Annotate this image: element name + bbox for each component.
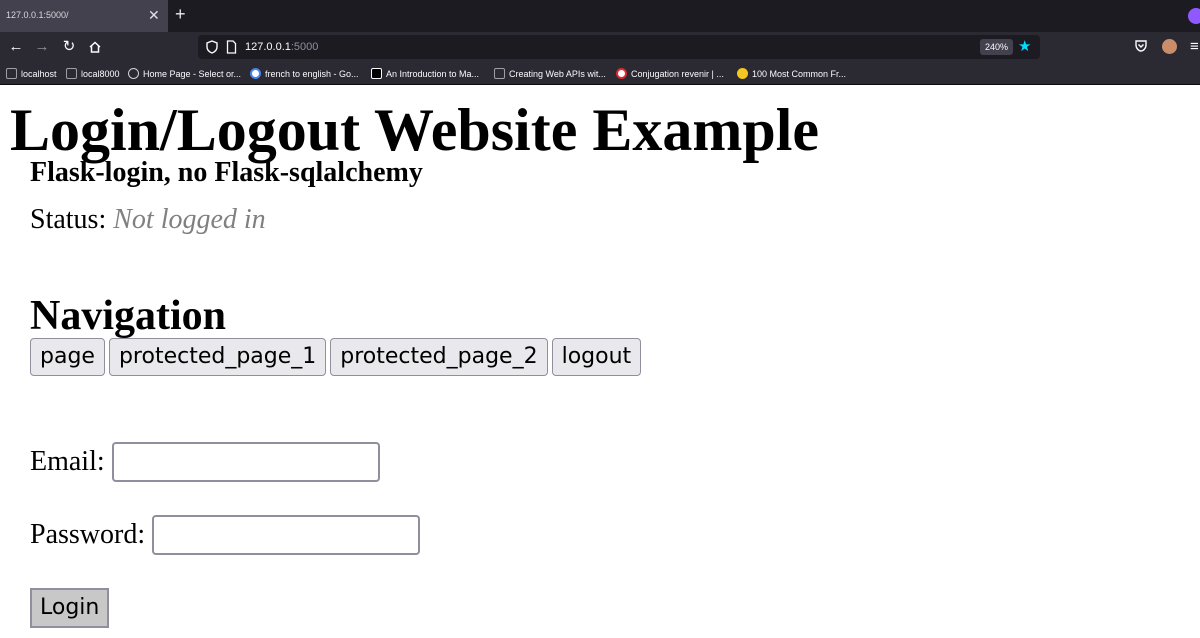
bookmark-item[interactable]: local8000: [66, 67, 120, 81]
new-tab-icon[interactable]: +: [175, 4, 186, 25]
page-content: Login/Logout Website Example Flask-login…: [0, 85, 1200, 638]
password-row: Password:: [30, 515, 421, 555]
terminal-icon: [6, 68, 17, 79]
bookmark-star-icon[interactable]: ★: [1018, 37, 1031, 55]
status-label: Status:: [30, 204, 107, 235]
protected-page-2-button[interactable]: protected_page_2: [330, 338, 548, 376]
close-tab-icon[interactable]: ✕: [148, 7, 160, 24]
private-browsing-icon: [1188, 8, 1200, 24]
protected-page-1-button[interactable]: protected_page_1: [108, 338, 327, 376]
navigation-toolbar: ← → ↻ 127.0.0.1:5000 240% ★ ≡: [0, 32, 1200, 62]
hamburger-menu-icon[interactable]: ≡: [1190, 38, 1199, 55]
home-icon[interactable]: [85, 37, 105, 57]
account-avatar[interactable]: [1162, 39, 1177, 54]
url-text[interactable]: 127.0.0.1:5000: [245, 41, 318, 53]
tab-strip: 127.0.0.1:5000/ ✕ +: [0, 0, 1200, 32]
bookmark-item[interactable]: 100 Most Common Fr...: [737, 67, 846, 81]
tab-active[interactable]: 127.0.0.1:5000/ ✕: [0, 0, 168, 32]
email-row: Email:: [30, 442, 380, 482]
medium-icon: [371, 68, 382, 79]
navigation-heading: Navigation: [30, 293, 227, 339]
email-field[interactable]: [111, 442, 380, 482]
tab-title: 127.0.0.1:5000/: [6, 10, 69, 20]
reload-icon[interactable]: ↻: [59, 37, 79, 57]
url-bar[interactable]: 127.0.0.1:5000 240% ★: [198, 35, 1040, 59]
google-icon: [250, 68, 261, 79]
page-info-icon[interactable]: [226, 40, 237, 54]
bookmarks-toolbar: localhost local8000 Home Page - Select o…: [0, 62, 1200, 85]
page-subtitle: Flask-login, no Flask-sqlalchemy: [30, 157, 423, 188]
pocket-icon[interactable]: [1134, 39, 1148, 53]
terminal-icon: [66, 68, 77, 79]
globe-icon: [128, 68, 139, 79]
login-button[interactable]: Login: [30, 588, 110, 628]
bookmark-item[interactable]: Home Page - Select or...: [128, 67, 241, 81]
email-label: Email:: [30, 446, 105, 477]
password-label: Password:: [30, 519, 146, 550]
page-button[interactable]: page: [30, 338, 105, 376]
page-title: Login/Logout Website Example: [10, 97, 820, 163]
vocabulary-icon: [737, 68, 748, 79]
zoom-level-badge[interactable]: 240%: [980, 39, 1014, 55]
back-icon[interactable]: ←: [6, 37, 26, 57]
browser-chrome: 127.0.0.1:5000/ ✕ + ← → ↻ 127.0.0.1:5000…: [0, 0, 1200, 85]
logout-button[interactable]: logout: [551, 338, 642, 376]
navigation-buttons: page protected_page_1 protected_page_2 logo…: [30, 338, 645, 376]
programming-historian-icon: [494, 68, 505, 79]
bookmark-item[interactable]: An Introduction to Ma...: [371, 67, 479, 81]
bookmark-item[interactable]: Conjugation revenir | ...: [616, 67, 724, 81]
bookmark-item[interactable]: french to english - Go...: [250, 67, 359, 81]
login-status: Status: Not logged in: [30, 203, 266, 237]
status-value: Not logged in: [113, 204, 266, 235]
bookmark-item[interactable]: localhost: [6, 67, 57, 81]
forward-icon[interactable]: →: [32, 37, 52, 57]
password-field[interactable]: [152, 515, 421, 555]
bookmark-item[interactable]: Creating Web APIs wit...: [494, 67, 606, 81]
tracking-protection-icon[interactable]: [206, 40, 218, 54]
conjugation-icon: [616, 68, 627, 79]
